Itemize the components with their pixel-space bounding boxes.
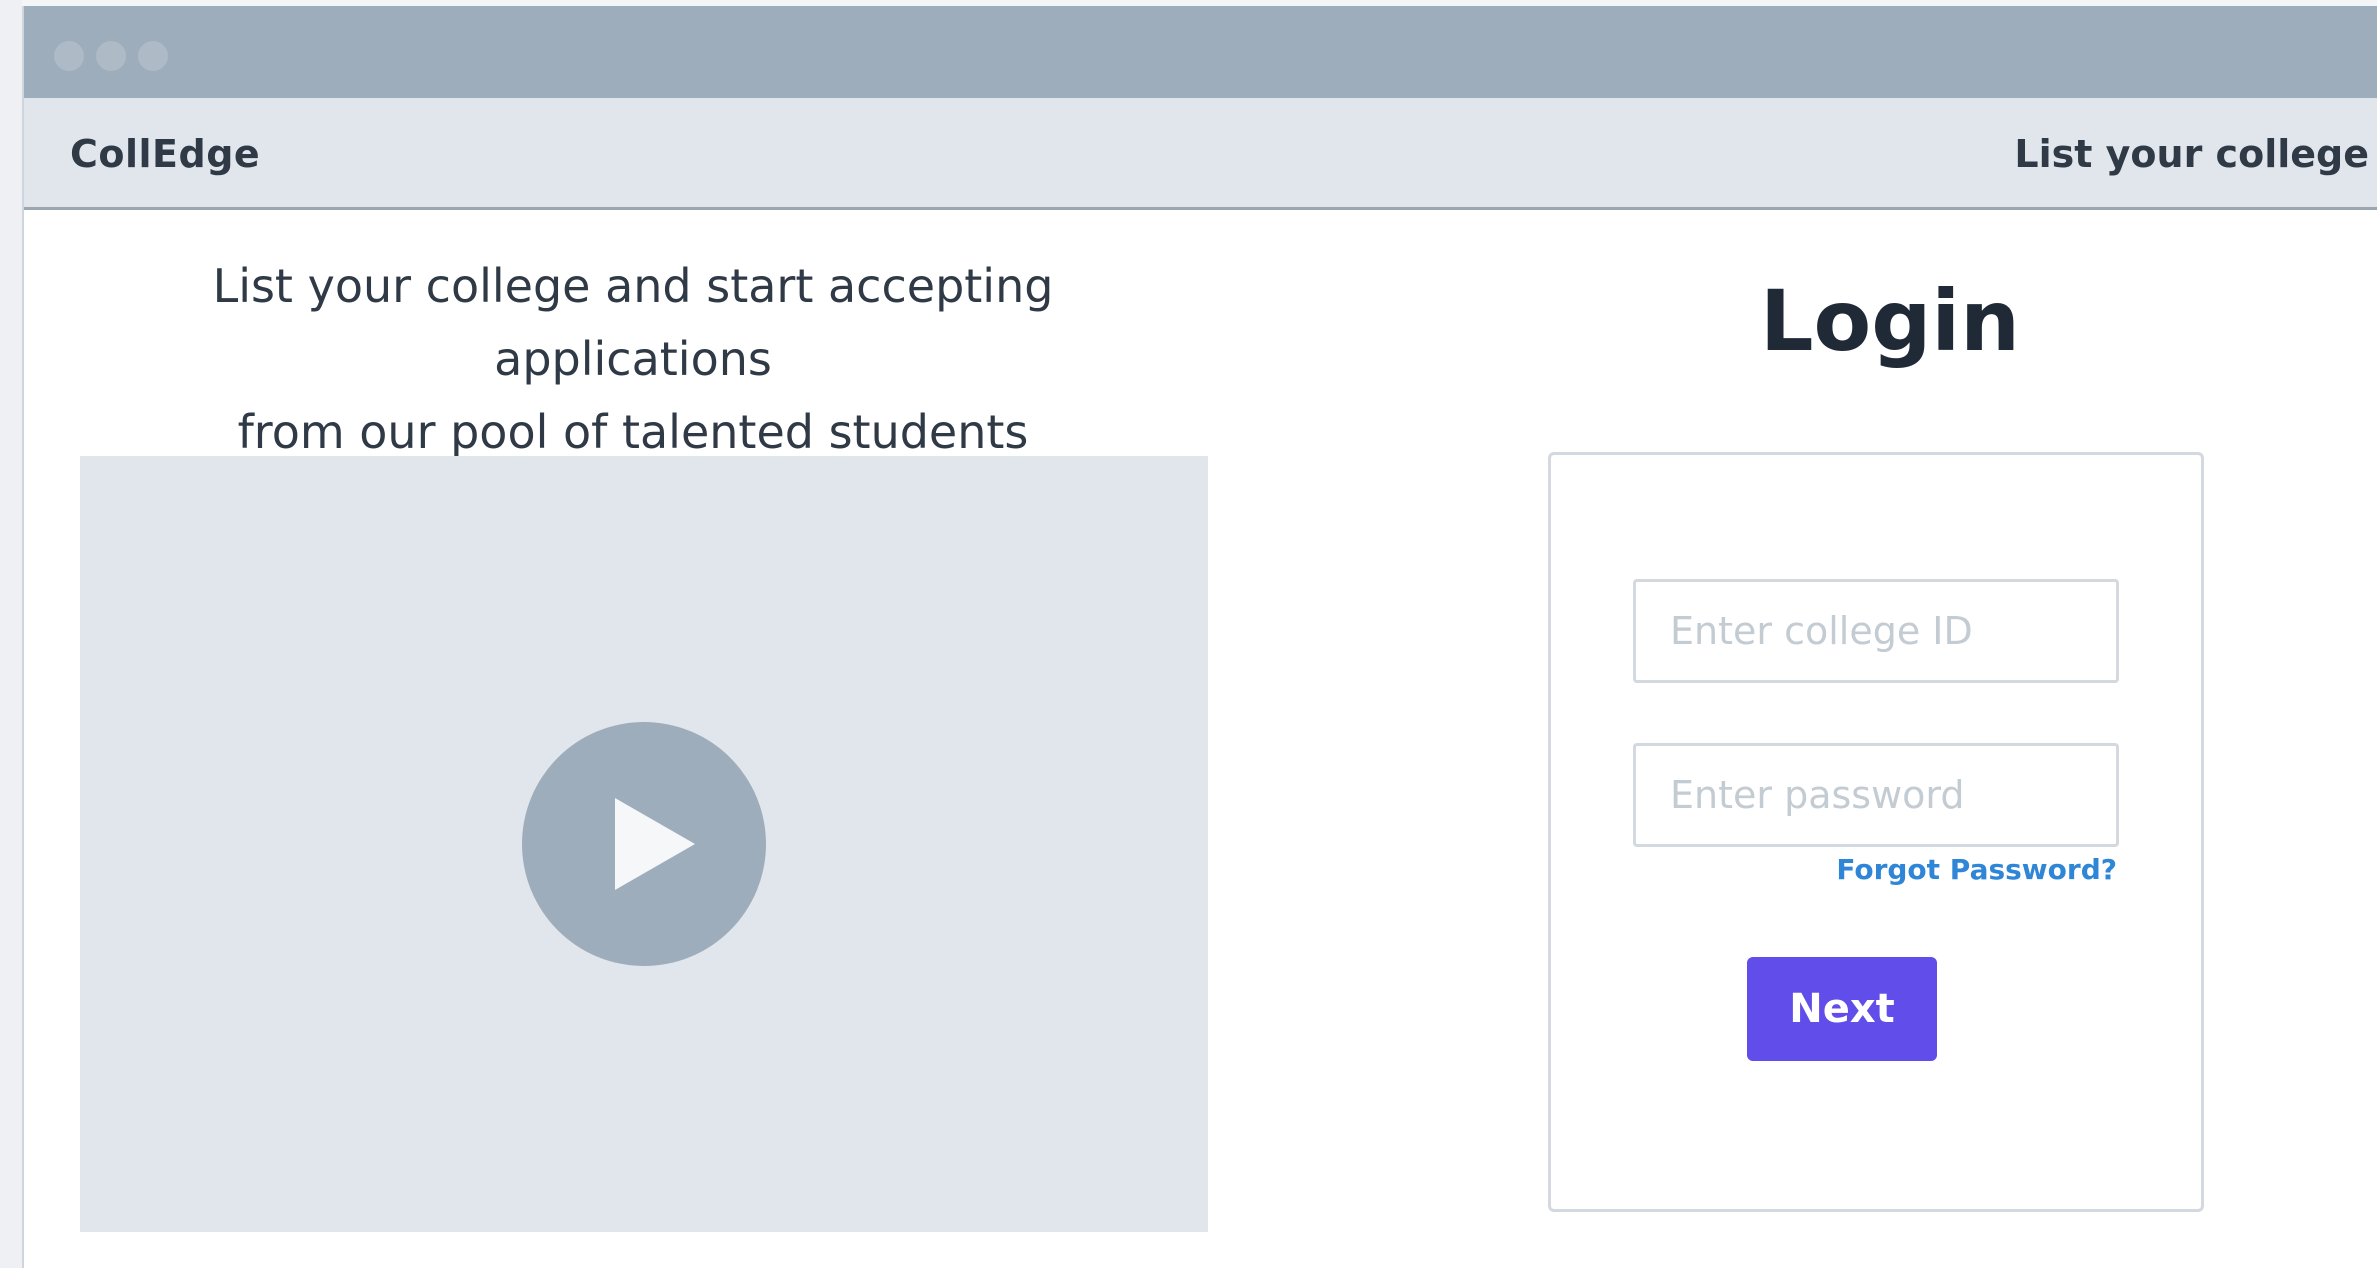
window-minimize-dot[interactable] [96,41,126,71]
video-player[interactable] [80,456,1208,1232]
play-button[interactable] [522,722,766,966]
login-card: Forgot Password? Next [1548,452,2204,1212]
brand-logo[interactable]: CollEdge [70,132,260,176]
college-id-input[interactable] [1633,579,2119,683]
window-titlebar [24,6,2377,98]
next-button[interactable]: Next [1747,957,1937,1061]
hero-headline-line1: List your college and start accepting ap… [212,259,1054,386]
login-title: Login [1760,272,2020,370]
forgot-password-link[interactable]: Forgot Password? [1836,853,2117,886]
list-your-college-link[interactable]: List your college [2014,132,2369,176]
window-close-dot[interactable] [54,41,84,71]
window-maximize-dot[interactable] [138,41,168,71]
navbar: CollEdge List your college [24,98,2377,210]
password-input[interactable] [1633,743,2119,847]
hero-headline: List your college and start accepting ap… [68,250,1198,469]
page-background [0,0,22,1268]
play-icon [615,798,695,890]
